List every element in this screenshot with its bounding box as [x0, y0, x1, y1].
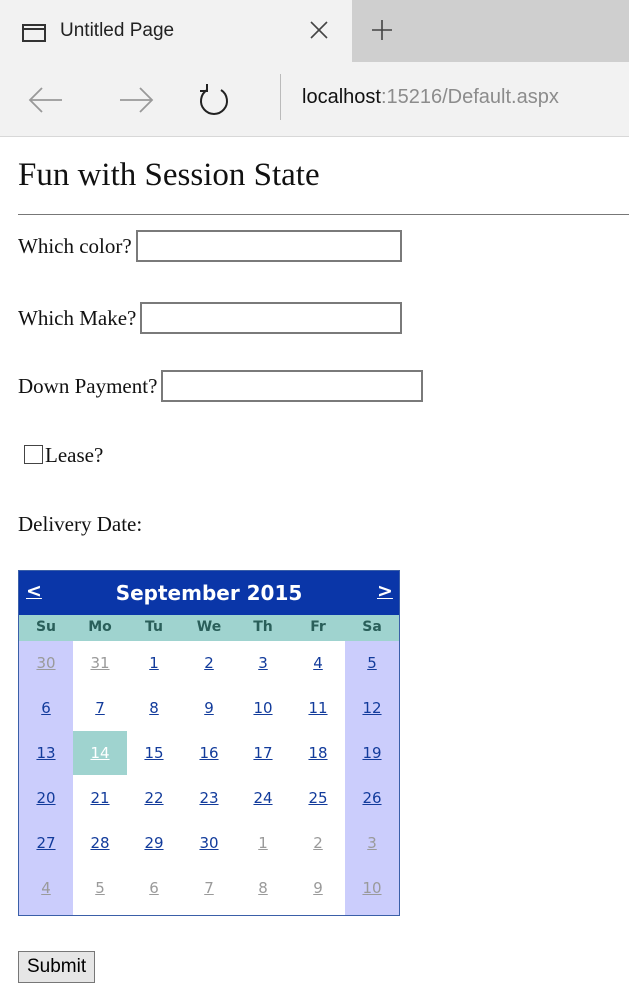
calendar-day[interactable]: 4 [291, 641, 345, 685]
calendar-day[interactable]: 10 [236, 686, 290, 730]
color-row: Which color? [18, 230, 402, 262]
make-row: Which Make? [18, 302, 403, 334]
close-icon[interactable] [305, 16, 333, 44]
forward-arrow-icon[interactable] [116, 80, 156, 120]
lease-label: Lease? [45, 443, 104, 467]
calendar-day[interactable]: 3 [345, 821, 399, 865]
browser-tab[interactable]: Untitled Page [0, 0, 352, 62]
calendar-day[interactable]: 9 [291, 866, 345, 910]
calendar-day[interactable]: 30 [182, 821, 236, 865]
calendar-day[interactable]: 9 [182, 686, 236, 730]
day-of-week-su: Su [35, 619, 57, 635]
calendar-day[interactable]: 21 [73, 776, 127, 820]
calendar-day[interactable]: 30 [19, 641, 73, 685]
calendar-day[interactable]: 13 [19, 731, 73, 775]
next-month-link[interactable]: > [377, 580, 393, 602]
calendar-day[interactable]: 24 [236, 776, 290, 820]
day-of-week-tu: Tu [145, 619, 163, 635]
calendar-day[interactable]: 15 [127, 731, 181, 775]
calendar-day[interactable]: 6 [127, 866, 181, 910]
horizontal-rule [18, 214, 629, 215]
plus-icon[interactable] [368, 16, 396, 44]
calendar-day[interactable]: 2 [291, 821, 345, 865]
submit-button[interactable]: Submit [18, 951, 96, 983]
delivery-date-label: Delivery Date: [18, 512, 143, 536]
url-host: localhost [302, 86, 381, 108]
calendar: < September 2015 > Su Mo Tu We Th Fr Sa 30 31 1 2… [18, 570, 400, 916]
day-of-week-we: We [196, 619, 222, 635]
calendar-day[interactable]: 17 [236, 731, 290, 775]
page-title: Fun with Session State [18, 157, 320, 193]
calendar-days: 30 31 1 2 3 4 5 6 7 8 9 10 11 12 13 14 15 16 17 18 19 20 21 22 2… [19, 641, 399, 915]
calendar-day[interactable]: 16 [182, 731, 236, 775]
back-arrow-icon[interactable] [26, 80, 66, 120]
calendar-day[interactable]: 6 [19, 686, 73, 730]
calendar-day[interactable]: 19 [345, 731, 399, 775]
lease-checkbox[interactable] [24, 445, 43, 464]
navigation-bar: localhost:15216/Default.aspx [0, 62, 629, 137]
day-of-week-sa: Sa [362, 619, 382, 635]
address-separator [280, 74, 281, 120]
color-label: Which color? [18, 233, 132, 258]
calendar-day[interactable]: 1 [236, 821, 290, 865]
calendar-day[interactable]: 23 [182, 776, 236, 820]
calendar-day[interactable]: 29 [127, 821, 181, 865]
calendar-day[interactable]: 11 [291, 686, 345, 730]
payment-label: Down Payment? [18, 373, 158, 398]
payment-row: Down Payment? [18, 370, 424, 402]
day-of-week-row: Su Mo Tu We Th Fr Sa [19, 615, 399, 641]
calendar-day[interactable]: 5 [73, 866, 127, 910]
make-label: Which Make? [18, 305, 137, 330]
calendar-day[interactable]: 8 [127, 686, 181, 730]
calendar-day[interactable]: 27 [19, 821, 73, 865]
calendar-day[interactable]: 8 [236, 866, 290, 910]
calendar-day[interactable]: 18 [291, 731, 345, 775]
calendar-header: < September 2015 > [19, 571, 399, 615]
calendar-day[interactable]: 4 [19, 866, 73, 910]
calendar-day[interactable]: 7 [73, 686, 127, 730]
calendar-day[interactable]: 26 [345, 776, 399, 820]
color-input[interactable] [135, 230, 402, 262]
calendar-day[interactable]: 14 [73, 731, 127, 775]
tab-title: Untitled Page [60, 20, 175, 41]
address-bar[interactable]: localhost:15216/Default.aspx [302, 86, 559, 109]
calendar-day[interactable]: 12 [345, 686, 399, 730]
calendar-day[interactable]: 1 [127, 641, 181, 685]
calendar-day[interactable]: 2 [182, 641, 236, 685]
refresh-icon[interactable] [194, 80, 234, 120]
calendar-day[interactable]: 28 [73, 821, 127, 865]
tab-bar: Untitled Page [0, 0, 629, 62]
calendar-month-title: September 2015 [115, 581, 303, 605]
day-of-week-mo: Mo [88, 619, 112, 635]
lease-row: Lease? [24, 443, 103, 468]
day-of-week-th: Th [253, 619, 273, 635]
page-icon [22, 24, 46, 42]
calendar-day[interactable]: 5 [345, 641, 399, 685]
calendar-day[interactable]: 3 [236, 641, 290, 685]
make-input[interactable] [140, 302, 403, 334]
calendar-day[interactable]: 31 [73, 641, 127, 685]
calendar-day[interactable]: 20 [19, 776, 73, 820]
day-of-week-fr: Fr [310, 619, 326, 635]
calendar-day[interactable]: 7 [182, 866, 236, 910]
calendar-day[interactable]: 22 [127, 776, 181, 820]
url-path: :15216/Default.aspx [380, 86, 559, 108]
calendar-day[interactable]: 10 [345, 866, 399, 910]
calendar-day[interactable]: 25 [291, 776, 345, 820]
down-payment-input[interactable] [161, 370, 424, 402]
